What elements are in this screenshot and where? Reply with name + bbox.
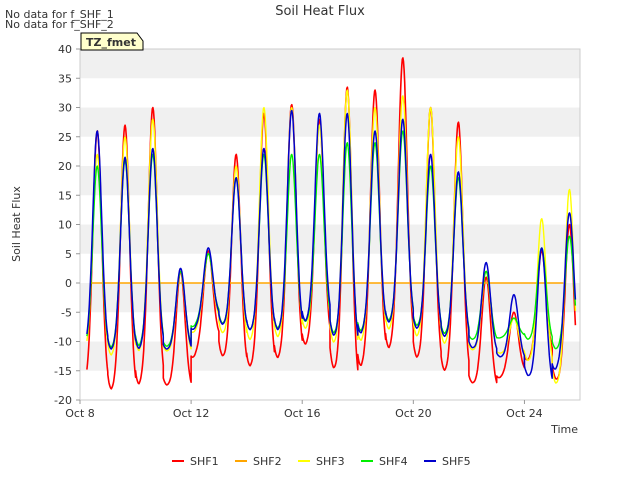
y-tick-label: 5 [65, 248, 72, 261]
grid-band [80, 370, 580, 400]
y-tick-label: -5 [61, 306, 72, 319]
soil-heat-flux-chart: -20-15-10-50510152025303540 Oct 8 Oct 12 O… [5, 4, 581, 468]
y-tick-label: 40 [58, 43, 72, 56]
y-tick-label: 10 [58, 219, 72, 232]
grid-band [80, 49, 580, 79]
y-axis-label: Soil Heat Flux [10, 186, 23, 262]
legend-label-shf3: SHF3 [316, 455, 345, 468]
x-tick-label: Oct 8 [65, 407, 95, 420]
y-tick-label: 15 [58, 189, 72, 202]
x-tick-label: Oct 16 [284, 407, 321, 420]
no-data-note-2: No data for f_SHF_2 [5, 18, 114, 31]
legend: SHF1 SHF2 SHF3 SHF4 SHF5 [172, 455, 471, 468]
x-axis-label: Time [550, 423, 578, 436]
x-axis: Oct 8 Oct 12 Oct 16 Oct 20 Oct 24 [65, 400, 543, 420]
grid-band [80, 78, 580, 108]
y-tick-label: 35 [58, 72, 72, 85]
y-tick-label: -15 [54, 365, 72, 378]
grid-band [80, 195, 580, 225]
y-tick-label: -10 [54, 336, 72, 349]
legend-label-shf1: SHF1 [190, 455, 219, 468]
legend-label-shf2: SHF2 [253, 455, 282, 468]
y-tick-label: 25 [58, 131, 72, 144]
y-tick-label: 30 [58, 102, 72, 115]
y-tick-label: -20 [54, 394, 72, 407]
y-axis: -20 -15 -10 -5 0 5 10 15 20 25 30 35 40 [54, 43, 80, 407]
grid-band [80, 253, 580, 283]
y-tick-label: 0 [65, 277, 72, 290]
legend-label-shf5: SHF5 [442, 455, 471, 468]
x-tick-label: Oct 24 [506, 407, 543, 420]
legend-label-shf4: SHF4 [379, 455, 408, 468]
y-tick-label: 20 [58, 160, 72, 173]
x-tick-label: Oct 20 [395, 407, 432, 420]
chart-title: Soil Heat Flux [275, 4, 365, 19]
x-tick-label: Oct 12 [173, 407, 210, 420]
site-badge-label: TZ_fmet [86, 36, 136, 49]
grid-band [80, 224, 580, 254]
site-badge: TZ_fmet [80, 32, 144, 51]
